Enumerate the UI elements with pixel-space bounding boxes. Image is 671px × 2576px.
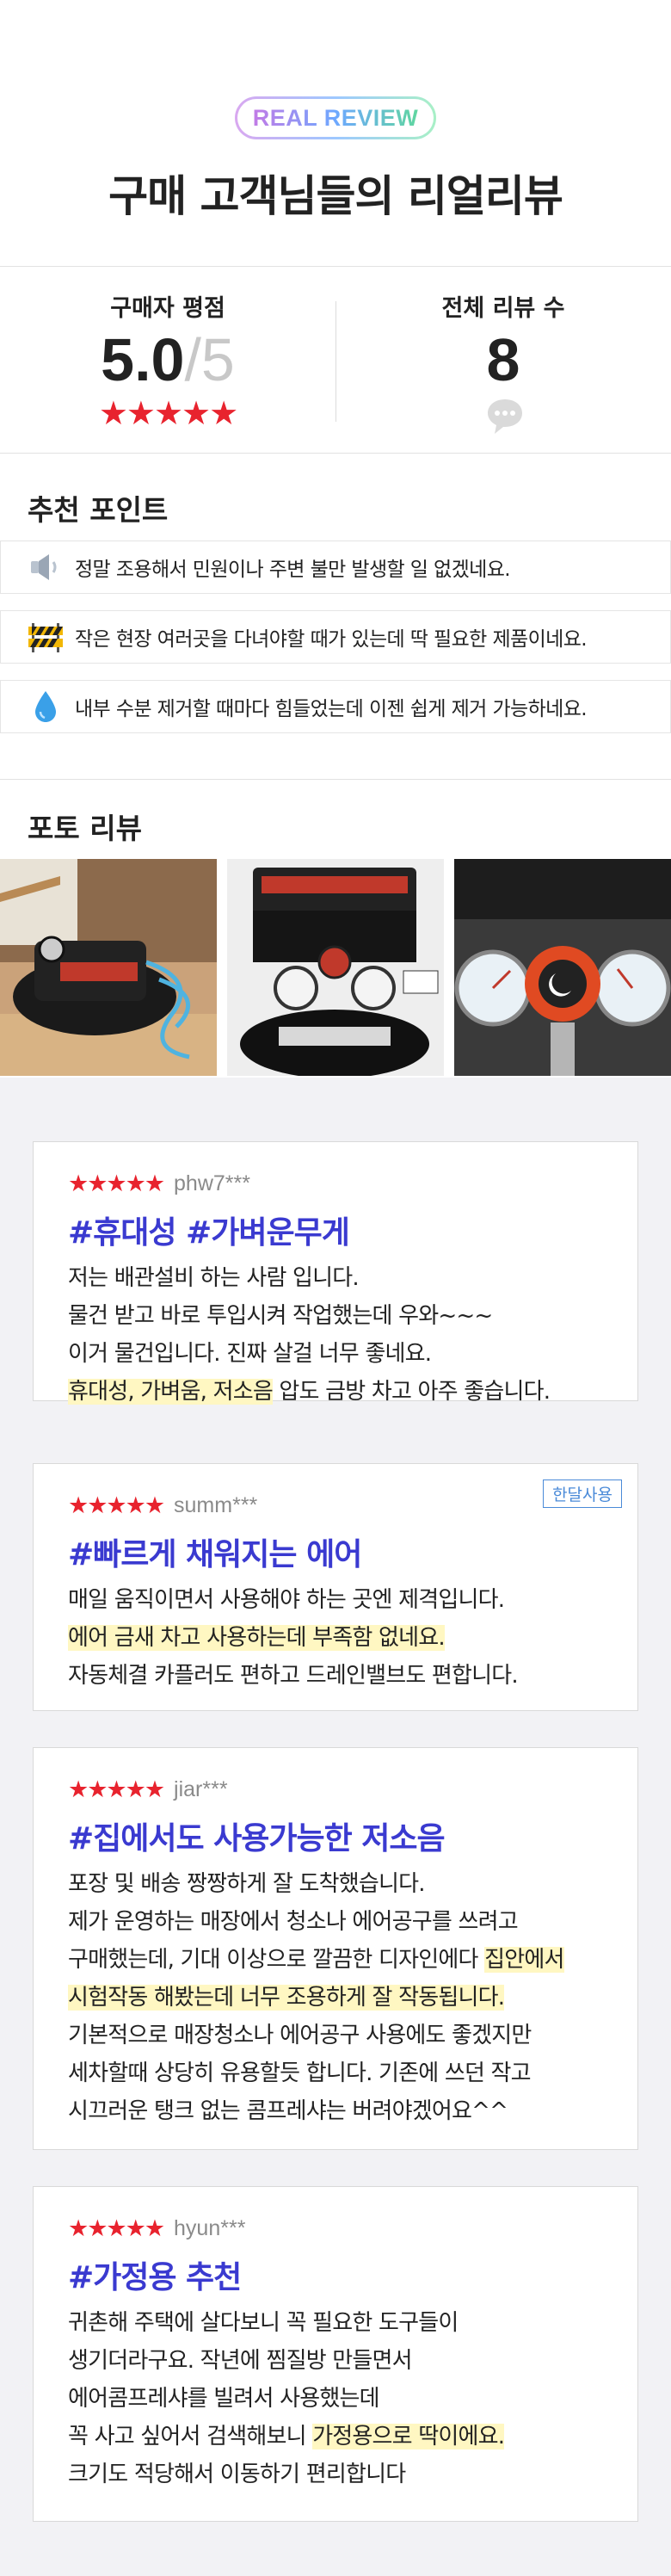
review-body: 저는 배관설비 하는 사람 입니다. 물건 받고 바로 투입시켜 작업했는데 우… (68, 1259, 603, 1411)
review-line: 물건 받고 바로 투입시켜 작업했는데 우와~~~ (68, 1303, 493, 1329)
divider (0, 453, 671, 454)
count-value: 8 (486, 326, 520, 393)
rating-max: /5 (184, 326, 235, 393)
review-line: 시험작동 해봤는데 너무 조용하게 잘 작동됩니다. (68, 1979, 603, 2017)
reviewer-name: phw7*** (174, 1171, 250, 1195)
rating-number: 5.0 (101, 326, 185, 393)
speaker-icon (27, 548, 65, 586)
recommend-title: 추천 포인트 (28, 493, 169, 527)
barrier-icon (27, 618, 65, 656)
review-highlight: 휴대성, 가벼움, 저소음 (68, 1379, 274, 1405)
rating-value: 5.0/5 (0, 325, 336, 394)
review-line: 에어 금새 차고 사용하는데 부족함 없네요. (68, 1619, 603, 1657)
recommend-item: 작은 현장 여러곳을 다녀야할 때가 있는데 딱 필요한 제품이네요. (0, 610, 671, 664)
rating-stars: ★★★★★ (98, 394, 238, 432)
compressor-photo-1[interactable] (0, 859, 217, 1076)
rating-label: 구매자 평점 (110, 295, 225, 322)
recommend-text: 정말 조용해서 민원이나 주변 불만 발생할 일 없겠네요. (75, 559, 511, 581)
photo-review-title: 포토 리뷰 (28, 812, 142, 845)
review-line: 매일 움직이면서 사용해야 하는 곳엔 제격입니다. (68, 1587, 505, 1613)
badge-label: REAL REVIEW (252, 104, 419, 131)
review-highlight: 가정용으로 딱이에요. (312, 2424, 505, 2449)
review-line: 세차할때 상당히 유용할듯 합니다. 기존에 쓰던 작고 (68, 2060, 532, 2086)
recommend-text: 내부 수분 제거할 때마다 힘들었는데 이젠 쉽게 제거 가능하네요. (75, 698, 588, 720)
review-line: 생기더라구요. 작년에 찜질방 만들면서 (68, 2348, 413, 2374)
review-line: 저는 배관설비 하는 사람 입니다. (68, 1265, 360, 1291)
review-body: 포장 및 배송 짱짱하게 잘 도착했습니다. 제가 운영하는 매장에서 청소나 … (68, 1865, 603, 2130)
compressor-photo-2[interactable] (227, 859, 444, 1076)
reviewer-name: summ*** (174, 1492, 258, 1517)
review-highlight: 집안에서 (484, 1947, 564, 1973)
review-line: 휴대성, 가벼움, 저소음 압도 금방 차고 아주 좋습니다. (68, 1379, 551, 1405)
review-body: 귀촌해 주택에 살다보니 꼭 필요한 도구들이 생기더라구요. 작년에 찜질방 … (68, 2304, 603, 2493)
rating-stat: 구매자 평점 5.0/5 ★★★★★ (0, 269, 336, 453)
recommend-item: 내부 수분 제거할 때마다 힘들었는데 이젠 쉽게 제거 가능하네요. (0, 680, 671, 733)
review-line: 제가 운영하는 매장에서 청소나 에어공구를 쓰려고 (68, 1909, 519, 1935)
review-title: #휴대성 #가벼운무게 (68, 1215, 350, 1251)
review-title: #가정용 추천 (68, 2260, 242, 2295)
review-highlight: 에어 금새 차고 사용하는데 부족함 없네요. (68, 1625, 446, 1651)
review-line: 꼭 사고 싶어서 검색해보니 가정용으로 딱이에요. (68, 2424, 505, 2449)
review-card: ★★★★★ hyun*** #가정용 추천 귀촌해 주택에 살다보니 꼭 필요한… (33, 2186, 638, 2522)
review-stars: ★★★★★ (68, 1170, 165, 1197)
review-line: 귀촌해 주택에 살다보니 꼭 필요한 도구들이 (68, 2310, 459, 2336)
real-review-badge: REAL REVIEW (235, 96, 436, 139)
review-card: ★★★★★ jiar*** #집에서도 사용가능한 저소음 포장 및 배송 짱짱… (33, 1747, 638, 2150)
review-line: 이거 물건입니다. 진짜 살걸 너무 좋네요. (68, 1341, 432, 1367)
review-line: 구매했는데, 기대 이상으로 깔끔한 디자인에다 집안에서 (68, 1947, 564, 1973)
review-line: 포장 및 배송 짱짱하게 잘 도착했습니다. (68, 1871, 426, 1897)
divider (0, 779, 671, 780)
review-line: 기본적으로 매장청소나 에어공구 사용에도 좋겠지만 (68, 2023, 532, 2048)
page-title: 구매 고객님들의 리얼리뷰 (108, 171, 563, 221)
divider (0, 266, 671, 267)
usage-tag: 한달사용 (543, 1480, 622, 1508)
review-line: 크기도 적당해서 이동하기 편리합니다 (68, 2462, 406, 2487)
recommend-item: 정말 조용해서 민원이나 주변 불만 발생할 일 없겠네요. (0, 541, 671, 594)
review-stars: ★★★★★ (68, 2215, 165, 2242)
review-body: 매일 움직이면서 사용해야 하는 곳엔 제격입니다. 에어 금새 차고 사용하는… (68, 1581, 603, 1695)
pressure-gauge-photo[interactable] (454, 859, 671, 1076)
review-title: #빠르게 채워지는 에어 (68, 1537, 362, 1572)
review-line: 에어콤프레샤를 빌려서 사용했는데 (68, 2386, 380, 2412)
review-line: 시끄러운 탱크 없는 콤프레샤는 버려야겠어요^^ (68, 2098, 508, 2124)
review-line: 자동체결 카플러도 편하고 드레인밸브도 편합니다. (68, 1663, 519, 1689)
review-stars: ★★★★★ (68, 1776, 165, 1803)
review-title: #집에서도 사용가능한 저소음 (68, 1821, 446, 1856)
reviewer-name: jiar*** (174, 1776, 228, 1801)
review-highlight: 시험작동 해봤는데 너무 조용하게 잘 작동됩니다. (68, 1985, 505, 2011)
review-stars: ★★★★★ (68, 1492, 165, 1519)
recommend-text: 작은 현장 여러곳을 다녀야할 때가 있는데 딱 필요한 제품이네요. (75, 628, 588, 651)
reviewer-name: hyun*** (174, 2215, 246, 2240)
review-card: ★★★★★ phw7*** #휴대성 #가벼운무게 저는 배관설비 하는 사람 … (33, 1141, 638, 1405)
review-card: 한달사용 ★★★★★ summ*** #빠르게 채워지는 에어 매일 움직이면서… (33, 1463, 638, 1711)
review-stats: 구매자 평점 5.0/5 ★★★★★ 전체 리뷰 수 8 (0, 269, 671, 453)
water-drop-icon (27, 688, 65, 726)
header: REAL REVIEW 구매 고객님들의 리얼리뷰 (0, 0, 671, 267)
chat-bubble-icon (488, 399, 522, 434)
count-label: 전체 리뷰 수 (441, 295, 565, 322)
